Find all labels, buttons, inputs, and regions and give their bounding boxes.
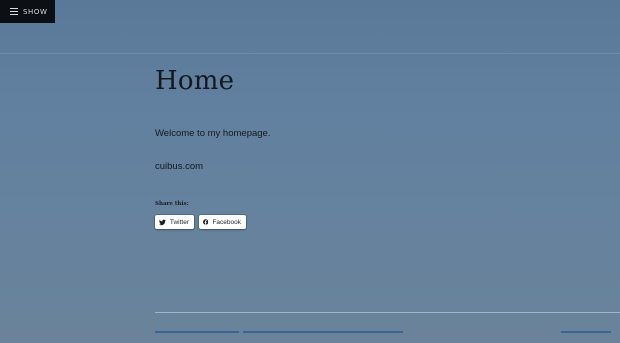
facebook-icon <box>203 219 209 225</box>
footer-link-2[interactable] <box>243 331 403 333</box>
footer-link-1[interactable] <box>155 331 239 333</box>
share-twitter-button[interactable]: Twitter <box>155 215 194 229</box>
twitter-icon <box>159 219 166 225</box>
header-divider <box>0 53 620 54</box>
hamburger-menu-icon <box>10 8 18 15</box>
footer-link-3[interactable] <box>561 331 611 333</box>
footer-divider <box>155 312 620 313</box>
show-menu-label: SHOW <box>23 7 48 16</box>
share-twitter-label: Twitter <box>169 218 189 226</box>
welcome-text: Welcome to my homepage. <box>155 128 271 139</box>
site-text: cuibus.com <box>155 161 204 172</box>
page-title: Home <box>155 66 235 96</box>
show-menu-button[interactable]: SHOW <box>0 0 55 23</box>
share-facebook-label: Facebook <box>212 218 241 226</box>
share-facebook-button[interactable]: Facebook <box>199 215 246 229</box>
share-heading: Share this: <box>155 201 189 207</box>
